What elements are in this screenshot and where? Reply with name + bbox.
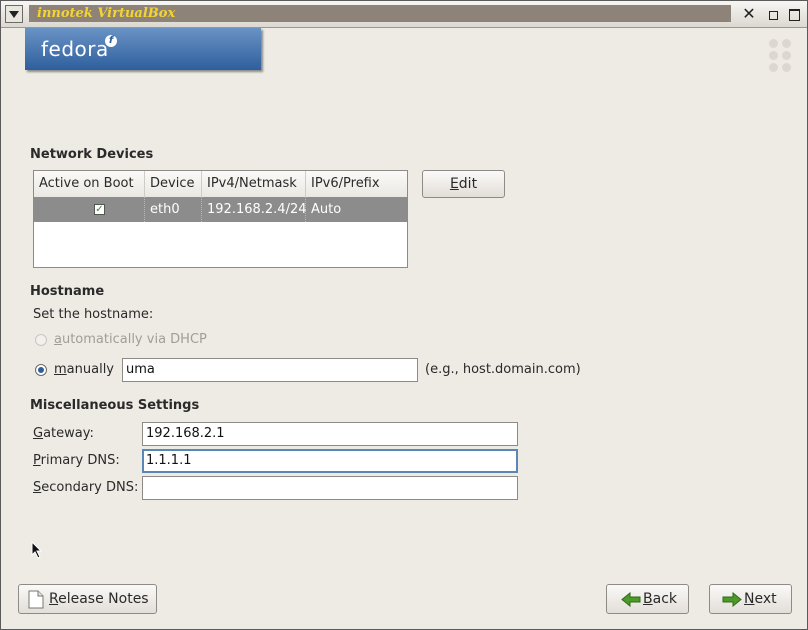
misc-settings-heading: Miscellaneous Settings	[30, 398, 200, 413]
dhcp-label-rest: utomatically via DHCP	[61, 332, 207, 347]
close-icon[interactable]: ✕	[740, 6, 758, 24]
dhcp-radio[interactable]	[35, 334, 47, 346]
secondary-dns-label-rest: econdary DNS:	[41, 480, 139, 495]
column-header-device[interactable]: Device	[145, 171, 202, 197]
network-devices-heading: Network Devices	[30, 147, 154, 162]
network-devices-table[interactable]: Active on Boot Device IPv4/Netmask IPv6/…	[33, 170, 408, 268]
column-header-ipv4[interactable]: IPv4/Netmask	[202, 171, 306, 197]
primary-dns-mnemonic: P	[33, 453, 41, 468]
back-button[interactable]: Back	[606, 584, 689, 614]
ipv4-cell: 192.168.2.4/24	[202, 197, 307, 222]
secondary-dns-field[interactable]	[142, 476, 518, 500]
column-header-active[interactable]: Active on Boot	[34, 171, 145, 197]
gateway-mnemonic: G	[33, 426, 44, 441]
gateway-field[interactable]: 192.168.2.1	[142, 422, 518, 446]
fedora-logo-icon: f	[105, 35, 117, 47]
hostname-input[interactable]: uma	[122, 358, 418, 382]
release-notes-mnemonic: R	[49, 591, 59, 607]
hostname-instruction: Set the hostname:	[33, 307, 154, 322]
gateway-label: Gateway:	[33, 426, 94, 441]
edit-mnemonic: E	[449, 176, 459, 192]
active-on-boot-checkbox[interactable]: ✓	[94, 204, 105, 215]
fedora-logo-text: fedora	[41, 37, 109, 61]
gateway-label-rest: ateway:	[43, 426, 94, 441]
title-bar[interactable]: innotek VirtualBox ✕	[1, 1, 807, 28]
manual-radio[interactable]	[35, 364, 47, 376]
next-mnemonic: N	[744, 591, 755, 607]
table-row[interactable]: ✓ eth0 192.168.2.4/24 Auto	[34, 197, 407, 222]
ipv6-cell: Auto	[311, 202, 342, 217]
device-cell: eth0	[145, 197, 202, 222]
primary-dns-label: Primary DNS:	[33, 453, 120, 468]
release-notes-button[interactable]: Release Notes	[18, 584, 157, 614]
back-label: ack	[652, 591, 677, 607]
active-cell[interactable]: ✓	[34, 197, 145, 222]
maximize-icon[interactable]	[785, 6, 803, 24]
decorative-dots-icon	[769, 39, 795, 73]
edit-button[interactable]: Edit	[422, 170, 505, 198]
primary-dns-field[interactable]: 1.1.1.1	[142, 449, 518, 473]
arrow-left-icon	[621, 592, 641, 607]
hostname-heading: Hostname	[30, 284, 105, 299]
release-notes-label: elease Notes	[58, 591, 149, 607]
next-button[interactable]: Next	[709, 584, 792, 614]
arrow-right-icon	[722, 592, 742, 607]
window-title: innotek VirtualBox	[37, 6, 176, 21]
installer-window: innotek VirtualBox ✕ fedora f Network De…	[0, 0, 808, 630]
manual-label: manually	[54, 362, 114, 377]
primary-dns-label-rest: rimary DNS:	[40, 453, 120, 468]
hostname-example: (e.g., host.domain.com)	[425, 362, 581, 377]
next-label: ext	[754, 591, 777, 607]
dhcp-mnemonic: a	[54, 332, 62, 347]
column-header-ipv6[interactable]: IPv6/Prefix	[306, 171, 407, 197]
manual-label-rest: anually	[66, 362, 114, 377]
document-icon	[28, 590, 44, 609]
chevron-down-icon[interactable]	[5, 5, 23, 23]
back-mnemonic: B	[643, 591, 653, 607]
manual-mnemonic: m	[54, 362, 67, 377]
secondary-dns-label: Secondary DNS:	[33, 480, 138, 495]
mouse-pointer-icon	[31, 541, 43, 559]
edit-label: dit	[458, 176, 478, 192]
minimize-icon[interactable]	[764, 6, 782, 24]
dhcp-label: automatically via DHCP	[54, 332, 207, 347]
